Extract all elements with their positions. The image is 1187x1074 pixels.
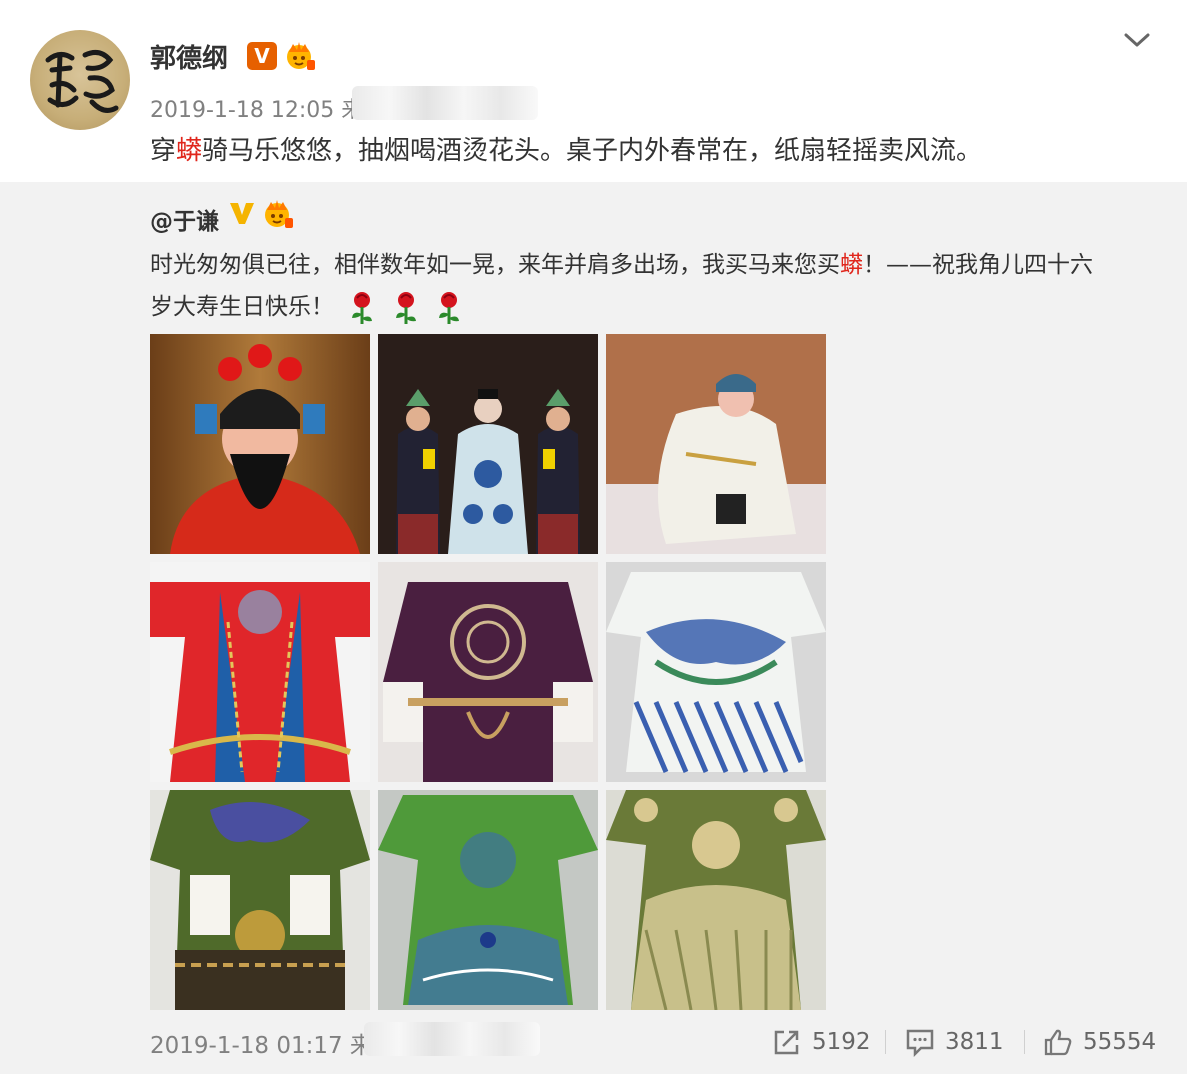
like-button[interactable]: 55554 xyxy=(1043,1024,1156,1060)
blurred-source xyxy=(364,1022,540,1056)
divider xyxy=(885,1030,886,1054)
chevron-down-icon[interactable] xyxy=(1122,28,1152,52)
calligraphy-logo xyxy=(45,49,119,113)
comment-icon xyxy=(906,1029,934,1057)
photo-green-robe-2[interactable] xyxy=(378,790,598,1010)
image-grid xyxy=(150,334,826,1010)
forward-button[interactable]: 5192 xyxy=(772,1024,871,1060)
thumbs-up-icon xyxy=(1044,1029,1072,1056)
comment-button[interactable]: 3811 xyxy=(905,1024,1004,1060)
verified-gold-icon xyxy=(230,203,254,224)
vip-crown-icon xyxy=(265,200,293,228)
photo-green-gold-robe[interactable] xyxy=(606,790,826,1010)
photo-white-robe-performer[interactable] xyxy=(606,334,826,554)
photo-opera-general[interactable] xyxy=(150,334,370,554)
post-username[interactable]: 郭德纲 xyxy=(150,38,228,75)
photo-red-robe[interactable] xyxy=(150,562,370,782)
repost-text-highlight[interactable]: 蟒 xyxy=(840,252,863,278)
photo-stage-trio[interactable] xyxy=(378,334,598,554)
vip-crown-icon xyxy=(287,42,315,70)
post-timestamp[interactable]: 2019-1-18 12:05 来自 xyxy=(150,92,385,124)
rose-icon xyxy=(352,291,373,324)
repost-timestamp[interactable]: 2019-1-18 01:17 来自 xyxy=(150,1026,396,1060)
post-text: 穿蟒骑马乐悠悠，抽烟喝酒烫花头。桌子内外春常在，纸扇轻摇卖风流。 xyxy=(150,130,982,167)
post-text-prefix: 穿 xyxy=(150,136,177,166)
repost-text-line2-content: 岁大寿生日快乐！ xyxy=(150,294,334,320)
rose-icon xyxy=(395,291,416,324)
post-text-suffix: 骑马乐悠悠，抽烟喝酒烫花头。桌子内外春常在，纸扇轻摇卖风流。 xyxy=(202,136,983,166)
photo-purple-robe[interactable] xyxy=(378,562,598,782)
photo-blue-dragon-robe[interactable] xyxy=(606,562,826,782)
post-text-highlight[interactable]: 蟒 xyxy=(176,136,202,166)
comment-count: 3811 xyxy=(945,1029,1004,1055)
forward-icon xyxy=(774,1030,799,1055)
rose-icon xyxy=(438,291,459,324)
repost-username[interactable]: @于谦 xyxy=(150,202,219,236)
photo-green-robe-1[interactable] xyxy=(150,790,370,1010)
avatar[interactable] xyxy=(30,30,130,130)
repost-text-prefix: 时光匆匆俱已往，相伴数年如一晃，来年并肩多出场，我买马来您买 xyxy=(150,252,840,278)
repost-text-suffix: ！——祝我角儿四十六 xyxy=(863,252,1093,278)
forward-count: 5192 xyxy=(812,1029,871,1055)
like-count: 55554 xyxy=(1083,1029,1157,1055)
repost-text-line1: 时光匆匆俱已往，相伴数年如一晃，来年并肩多出场，我买马来您买蟒！——祝我角儿四十… xyxy=(150,245,1093,279)
original-post: 郭德纲 V 2019-1-18 12:05 来自 穿蟒骑马乐悠悠，抽烟喝酒烫花头… xyxy=(0,0,1187,182)
repost-text-line2: 岁大寿生日快乐！ xyxy=(150,287,464,326)
blurred-source xyxy=(352,86,538,120)
verified-badge-icon: V xyxy=(247,42,277,70)
divider xyxy=(1024,1030,1025,1054)
